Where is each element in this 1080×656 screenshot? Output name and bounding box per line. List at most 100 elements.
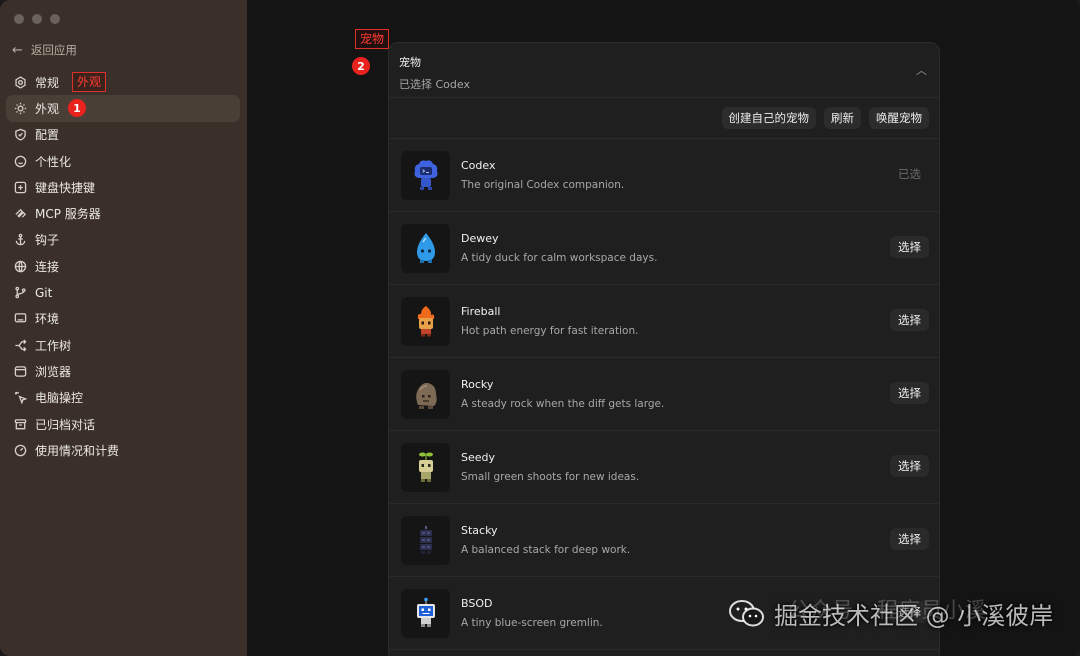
watermark-faint-text: 公众号 · 程序员小溪: [788, 598, 988, 622]
create-pet-button[interactable]: 创建自己的宠物: [721, 107, 816, 129]
pet-description: Small green shoots for new ideas.: [461, 471, 640, 483]
pet-description: Hot path energy for fast iteration.: [461, 325, 639, 337]
sidebar-item-mcp-servers[interactable]: MCP 服务器: [6, 200, 240, 226]
sidebar-item-keyboard-shortcuts[interactable]: 键盘快捷键: [6, 174, 240, 200]
main-content: 宠物 2 宠物 已选择 Codex ︿ 创建自己的宠物 刷新 唤醒宠物 Code…: [247, 0, 1080, 656]
sidebar-item-personalization[interactable]: 个性化: [6, 148, 240, 174]
select-pet-button[interactable]: 选择: [890, 528, 929, 550]
chevron-up-icon[interactable]: ︿: [916, 62, 927, 78]
pets-panel-title: 宠物: [399, 56, 421, 69]
pet-row-seedy: Seedy Small green shoots for new ideas. …: [389, 431, 939, 504]
annotation-label-appearance: 外观: [72, 72, 107, 92]
pet-description: A tidy duck for calm workspace days.: [461, 252, 658, 264]
sidebar-item-computer-control[interactable]: 电脑操控: [6, 385, 240, 411]
pet-avatar-dewey: [401, 223, 450, 273]
sidebar-item-connections[interactable]: 连接: [6, 253, 240, 279]
shield-icon: [14, 128, 27, 141]
sidebar-item-config[interactable]: 配置: [6, 122, 240, 148]
pet-avatar-bsod: [401, 588, 450, 638]
mcp-icon: [14, 207, 27, 220]
gauge-icon: [14, 444, 27, 457]
annotation-label-pets: 宠物: [355, 29, 390, 49]
annotation-badge-1: 1: [68, 99, 86, 117]
back-to-app-link[interactable]: ← 返回应用: [12, 40, 77, 60]
sidebar-item-hooks[interactable]: 钩子: [6, 227, 240, 253]
select-pet-button[interactable]: 选择: [890, 382, 929, 404]
sidebar-item-browser[interactable]: 浏览器: [6, 358, 240, 384]
sidebar-item-appearance[interactable]: 外观: [6, 95, 240, 122]
pet-name: Dewey: [461, 232, 499, 245]
arrow-left-icon: ←: [12, 42, 23, 58]
worktree-icon: [14, 339, 27, 352]
sidebar-item-archived-chats[interactable]: 已归档对话: [6, 411, 240, 437]
sidebar-item-worktrees[interactable]: 工作树: [6, 332, 240, 358]
sidebar-item-general[interactable]: 常规: [6, 69, 240, 95]
gear-icon: [14, 76, 27, 89]
sidebar: ← 返回应用 常规 外观 配置 个性化 键盘快捷键 MCP 服务器 钩子 连接 …: [0, 0, 247, 656]
window-controls: [14, 14, 60, 24]
pet-name: BSOD: [461, 597, 493, 610]
sidebar-item-label: 连接: [35, 259, 60, 274]
sidebar-item-label: 个性化: [35, 154, 72, 169]
pet-avatar-fireball: [401, 296, 450, 346]
pet-name: Codex: [461, 159, 496, 172]
pet-avatar-codex: [401, 150, 450, 200]
sidebar-item-label: 配置: [35, 128, 60, 143]
minimize-window-button[interactable]: [32, 14, 42, 24]
pet-name: Rocky: [461, 378, 494, 391]
pet-selected-button: 已选: [898, 167, 921, 181]
globe-icon: [14, 260, 27, 273]
sidebar-item-usage-billing[interactable]: 使用情况和计费: [6, 437, 240, 463]
sidebar-item-label: 钩子: [35, 233, 60, 248]
sidebar-item-label: 常规: [35, 75, 60, 90]
pet-description: A steady rock when the diff gets large.: [461, 398, 665, 410]
browser-icon: [14, 365, 27, 378]
pets-panel-header[interactable]: 宠物 已选择 Codex ︿: [389, 43, 939, 97]
pets-panel: 宠物 已选择 Codex ︿ 创建自己的宠物 刷新 唤醒宠物 Codex The…: [388, 42, 940, 656]
pet-row-rocky: Rocky A steady rock when the diff gets l…: [389, 358, 939, 431]
pet-name: Stacky: [461, 524, 498, 537]
sidebar-item-label: 键盘快捷键: [35, 180, 96, 195]
pet-row-stacky: Stacky A balanced stack for deep work. 选…: [389, 504, 939, 577]
select-pet-button[interactable]: 选择: [890, 455, 929, 477]
sidebar-item-label: 浏览器: [35, 364, 72, 379]
app-window: ← 返回应用 常规 外观 配置 个性化 键盘快捷键 MCP 服务器 钩子 连接 …: [0, 0, 1080, 656]
sidebar-item-environment[interactable]: 环境: [6, 306, 240, 332]
pet-name: Fireball: [461, 305, 501, 318]
pet-name: Seedy: [461, 451, 496, 464]
sidebar-item-label: MCP 服务器: [35, 207, 101, 222]
sidebar-item-label: 使用情况和计费: [35, 443, 120, 458]
sidebar-item-label: Git: [35, 285, 53, 300]
sun-icon: [14, 102, 27, 115]
pet-description: The original Codex companion.: [461, 179, 625, 191]
anchor-icon: [14, 233, 27, 246]
refresh-button[interactable]: 刷新: [824, 107, 861, 129]
branch-icon: [14, 286, 27, 299]
sidebar-item-label: 已归档对话: [35, 417, 96, 432]
smile-icon: [14, 155, 27, 168]
zoom-window-button[interactable]: [50, 14, 60, 24]
archive-icon: [14, 418, 27, 431]
annotation-badge-2: 2: [352, 57, 370, 75]
wechat-icon: [729, 599, 764, 626]
sidebar-item-label: 外观: [35, 101, 60, 116]
pet-description: A tiny blue-screen gremlin.: [461, 617, 603, 629]
pets-panel-subtitle: 已选择 Codex: [399, 78, 470, 91]
cursor-icon: [14, 391, 27, 405]
pet-description: A balanced stack for deep work.: [461, 544, 631, 556]
select-pet-button[interactable]: 选择: [890, 309, 929, 331]
keyboard-icon: [14, 181, 27, 194]
sidebar-item-label: 环境: [35, 312, 60, 327]
sidebar-item-git[interactable]: Git: [6, 279, 240, 305]
sidebar-item-label: 工作树: [35, 338, 72, 353]
pet-avatar-rocky: [401, 369, 450, 419]
wake-pet-button[interactable]: 唤醒宠物: [869, 107, 929, 129]
back-label: 返回应用: [30, 43, 77, 57]
pets-toolbar: 创建自己的宠物 刷新 唤醒宠物: [389, 97, 939, 139]
close-window-button[interactable]: [14, 14, 24, 24]
pet-row-dewey: Dewey A tidy duck for calm workspace day…: [389, 212, 939, 285]
select-pet-button[interactable]: 选择: [890, 236, 929, 258]
pet-avatar-seedy: [401, 442, 450, 492]
settings-nav: 常规 外观 配置 个性化 键盘快捷键 MCP 服务器 钩子 连接 Git 环境 …: [6, 69, 240, 463]
pet-row-fireball: Fireball Hot path energy for fast iterat…: [389, 285, 939, 358]
